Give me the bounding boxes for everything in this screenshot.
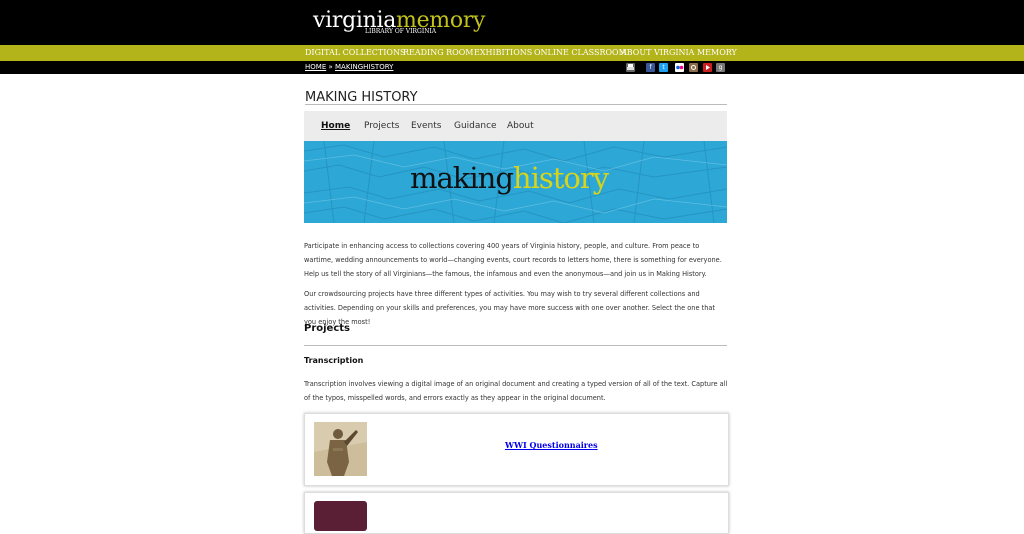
banner-title: makinghistory: [410, 161, 609, 195]
nav-digital-collections[interactable]: DIGITAL COLLECTIONS: [305, 48, 405, 57]
nav-online-classroom[interactable]: ONLINE CLASSROOM: [534, 48, 627, 57]
menu-item-projects[interactable]: Projects: [364, 121, 399, 131]
making-history-menu: Home Projects Events Guidance About: [304, 111, 727, 141]
transcription-heading: Transcription: [304, 356, 364, 365]
youtube-icon[interactable]: [703, 63, 712, 72]
transcription-description: Transcription involves viewing a digital…: [304, 380, 728, 402]
projects-heading: Projects: [304, 323, 351, 334]
virginia-memory-logo[interactable]: virginiamemory LIBRARY OF VIRGINIA: [313, 8, 485, 35]
wwi-questionnaires-link[interactable]: WWI Questionnaires: [505, 440, 598, 450]
nav-about-virginia-memory[interactable]: ABOUT VIRGINIA MEMORY: [621, 48, 737, 57]
intro-paragraph-2: Our crowdsourcing projects have three di…: [304, 290, 716, 326]
print-icon[interactable]: [626, 63, 635, 72]
menu-item-about[interactable]: About: [507, 121, 534, 131]
wwi-soldier-thumbnail[interactable]: [314, 422, 367, 476]
menu-item-guidance[interactable]: Guidance: [454, 121, 497, 131]
making-history-banner: makinghistory: [304, 141, 727, 223]
next-project-thumbnail[interactable]: [314, 501, 367, 531]
google-icon[interactable]: g: [716, 63, 725, 72]
projects-divider: [304, 345, 727, 346]
instagram-icon[interactable]: [689, 63, 698, 72]
breadcrumb-separator: »: [328, 63, 333, 71]
menu-item-events[interactable]: Events: [411, 121, 441, 131]
title-divider: [305, 104, 727, 105]
nav-reading-room[interactable]: READING ROOM: [403, 48, 473, 57]
flickr-icon[interactable]: [675, 63, 684, 72]
banner-word-making: making: [410, 161, 514, 195]
page-title: MAKING HISTORY: [305, 90, 418, 105]
site-header: virginiamemory LIBRARY OF VIRGINIA: [0, 0, 1024, 45]
nav-exhibitions[interactable]: EXHIBITIONS: [474, 48, 532, 57]
breadcrumb: HOME » MAKINGHISTORY: [305, 63, 393, 71]
project-card-wwi-questionnaires: WWI Questionnaires: [304, 413, 729, 486]
breadcrumb-current-link[interactable]: MAKINGHISTORY: [335, 63, 393, 71]
breadcrumb-bar: HOME » MAKINGHISTORY f t g: [0, 61, 1024, 74]
logo-tagline: LIBRARY OF VIRGINIA: [365, 28, 437, 35]
breadcrumb-home-link[interactable]: HOME: [305, 63, 326, 71]
project-card-next: [304, 492, 729, 534]
menu-item-home[interactable]: Home: [321, 121, 350, 131]
banner-word-history: history: [512, 161, 609, 195]
main-nav: DIGITAL COLLECTIONS READING ROOM EXHIBIT…: [0, 45, 1024, 61]
intro-paragraph-1: Participate in enhancing access to colle…: [304, 242, 722, 278]
twitter-icon[interactable]: t: [659, 63, 668, 72]
facebook-icon[interactable]: f: [646, 63, 655, 72]
